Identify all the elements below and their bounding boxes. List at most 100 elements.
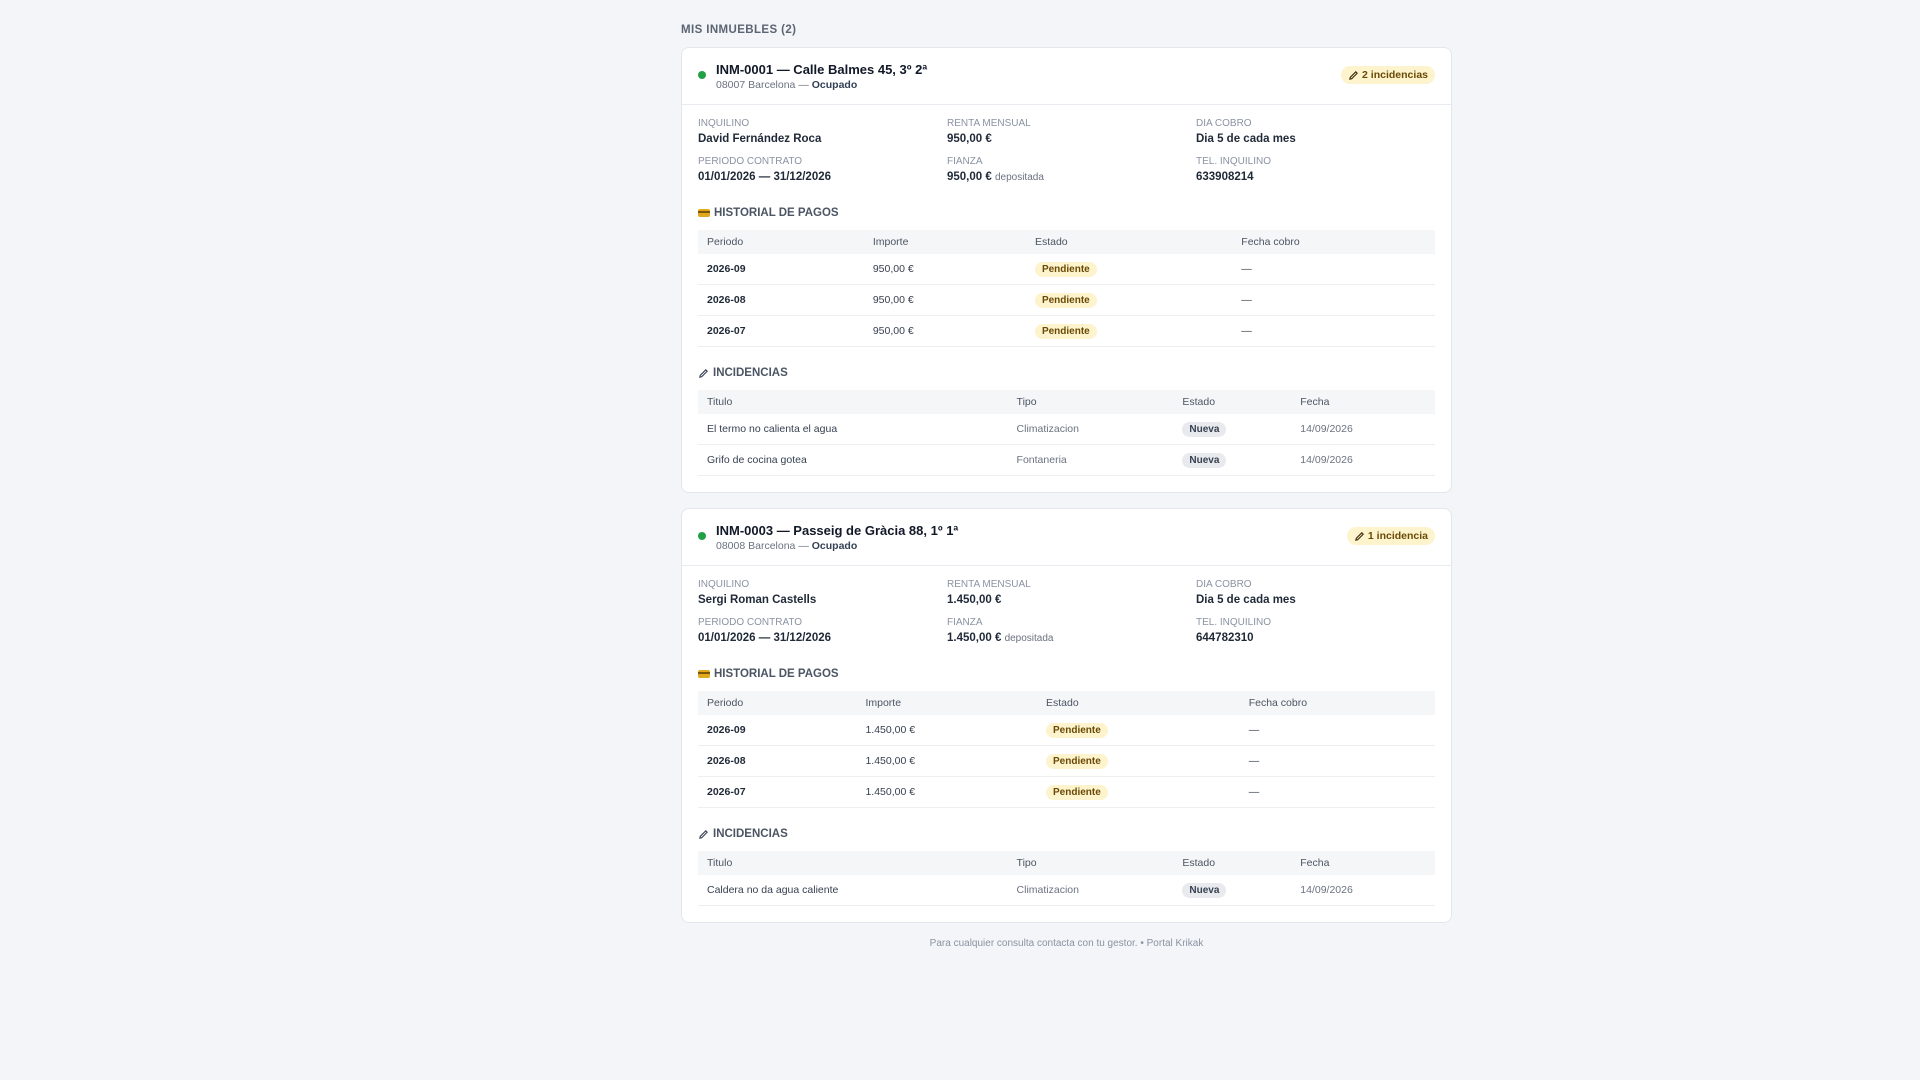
contract-label: PERIODO CONTRATO	[698, 617, 803, 628]
payment-status-cell: Pendiente	[1037, 745, 1240, 777]
payment-date: —	[1239, 715, 1435, 746]
incidents-column-header: Fecha	[1291, 851, 1435, 875]
incidents-column-header: Estado	[1173, 851, 1292, 875]
payments-title: HISTORIAL DE PAGOS	[714, 668, 839, 680]
payments-heading: HISTORIAL DE PAGOS	[698, 667, 1435, 681]
payment-amount: 950,00 €	[863, 284, 1026, 316]
rent-value: 1.450,00 €	[947, 594, 1002, 606]
incidents-column-header: Titulo	[698, 851, 1008, 875]
incidents-badge[interactable]: 1 incidencia	[1346, 527, 1435, 545]
tenant-label: INQUILINO	[698, 118, 750, 129]
status-badge: Nueva	[1182, 421, 1227, 437]
property-location: 08008 Barcelona —	[716, 540, 809, 552]
payment-period: 2026-09	[698, 254, 864, 285]
payment-row[interactable]: 2026-08 1.450,00 € Pendiente —	[698, 745, 1435, 777]
payday-value: Dia 5 de cada mes	[1196, 594, 1296, 606]
incidents-column-header: Fecha	[1291, 390, 1435, 414]
status-badge: Nueva	[1182, 452, 1227, 468]
payment-status-cell: Pendiente	[1037, 715, 1240, 746]
deposit-value: 950,00 €	[947, 171, 992, 183]
pencil-icon	[1354, 531, 1364, 541]
tenant-label: INQUILINO	[698, 579, 750, 590]
deposit-note: depositada	[994, 172, 1044, 183]
incidents-badge-label: 1 incidencia	[1367, 530, 1428, 542]
payments-column-header: Importe	[863, 230, 1026, 254]
tenant-phone: 644782310	[1196, 632, 1254, 644]
payment-row[interactable]: 2026-09 1.450,00 € Pendiente —	[698, 715, 1435, 746]
status-badge: Nueva	[1182, 882, 1227, 898]
incident-row[interactable]: El termo no calienta el agua Climatizacio…	[698, 414, 1435, 445]
payment-row[interactable]: 2026-08 950,00 € Pendiente —	[698, 284, 1435, 316]
property-header[interactable]: INM-0001 — Calle Balmes 45, 3º 2ª 08007 …	[682, 48, 1451, 105]
payments-column-header: Importe	[856, 691, 1038, 715]
payments-column-header: Fecha cobro	[1239, 691, 1435, 715]
payment-period: 2026-09	[698, 715, 857, 746]
property-card: INM-0003 — Passeig de Gràcia 88, 1º 1ª 0…	[681, 508, 1452, 923]
incident-status-cell: Nueva	[1173, 875, 1292, 906]
phone-label: TEL. INQUILINO	[1196, 156, 1272, 167]
payment-amount: 950,00 €	[863, 315, 1026, 347]
rent-label: RENTA MENSUAL	[947, 118, 1031, 129]
payment-amount: 950,00 €	[863, 254, 1026, 285]
status-badge: Pendiente	[1046, 784, 1108, 800]
payment-amount: 1.450,00 €	[856, 715, 1038, 746]
incidents-column-header: Tipo	[1007, 390, 1174, 414]
incident-type: Climatizacion	[1007, 414, 1174, 445]
payment-row[interactable]: 2026-09 950,00 € Pendiente —	[698, 254, 1435, 285]
incident-date: 14/09/2026	[1291, 444, 1435, 476]
deposit-value: 1.450,00 €	[947, 632, 1002, 644]
incident-row[interactable]: Caldera no da agua caliente Climatizacion…	[698, 875, 1435, 906]
contract-period: 01/01/2026 — 31/12/2026	[698, 632, 832, 644]
incidents-badge-label: 2 incidencias	[1362, 69, 1428, 81]
payment-date: —	[1232, 315, 1435, 347]
property-subtitle: 08008 Barcelona — Ocupado	[716, 539, 958, 553]
deposit-value-row: 1.450,00 € depositada	[947, 630, 1196, 647]
deposit-note: depositada	[1004, 633, 1054, 644]
property-header[interactable]: INM-0003 — Passeig de Gràcia 88, 1º 1ª 0…	[682, 509, 1451, 566]
payment-status-cell: Pendiente	[1025, 284, 1233, 316]
incident-type: Climatizacion	[1007, 875, 1174, 906]
rent-label: RENTA MENSUAL	[947, 579, 1031, 590]
section-title: MIS INMUEBLES (2)	[681, 24, 797, 36]
deposit-value-row: 950,00 € depositada	[947, 169, 1196, 186]
incident-status-cell: Nueva	[1173, 444, 1292, 476]
deposit-label: FIANZA	[947, 617, 983, 628]
incidents-heading: INCIDENCIAS	[698, 827, 1435, 841]
payments-column-header: Estado	[1025, 230, 1233, 254]
incident-date: 14/09/2026	[1291, 875, 1435, 906]
payment-status-cell: Pendiente	[1025, 315, 1233, 347]
payment-status-cell: Pendiente	[1025, 254, 1233, 285]
property-status: Ocupado	[811, 79, 858, 91]
rent-value: 950,00 €	[947, 133, 992, 145]
payments-title: HISTORIAL DE PAGOS	[714, 207, 839, 219]
payment-period: 2026-07	[698, 315, 864, 347]
incidents-header-row: Titulo Tipo Estado Fecha	[698, 390, 1435, 414]
payment-status-cell: Pendiente	[1037, 776, 1240, 808]
status-badge: Pendiente	[1046, 722, 1108, 738]
footer-note: Para cualquier consulta contacta con tu …	[929, 938, 1204, 949]
payment-date: —	[1239, 745, 1435, 777]
incident-type: Fontaneria	[1007, 444, 1174, 476]
incidents-table: Titulo Tipo Estado Fecha Caldera no da agua…	[698, 851, 1435, 906]
payments-header-row: Periodo Importe Estado Fecha cobro	[698, 230, 1435, 254]
payment-period: 2026-07	[698, 776, 857, 808]
incidents-column-header: Tipo	[1007, 851, 1174, 875]
incident-row[interactable]: Grifo de cocina gotea Fontaneria Nueva 14/0…	[698, 444, 1435, 476]
payment-row[interactable]: 2026-07 1.450,00 € Pendiente —	[698, 776, 1435, 808]
status-badge: Pendiente	[1046, 753, 1108, 769]
payday-label: DIA COBRO	[1196, 118, 1252, 129]
status-dot-icon	[698, 71, 706, 79]
incidents-header-row: Titulo Tipo Estado Fecha	[698, 851, 1435, 875]
incidents-badge[interactable]: 2 incidencias	[1341, 66, 1435, 84]
payment-date: —	[1232, 284, 1435, 316]
payments-column-header: Periodo	[698, 691, 857, 715]
incident-title: Caldera no da agua caliente	[698, 875, 1008, 906]
property-card: INM-0001 — Calle Balmes 45, 3º 2ª 08007 …	[681, 47, 1452, 493]
incident-title: El termo no calienta el agua	[698, 414, 1008, 445]
payday-label: DIA COBRO	[1196, 579, 1252, 590]
payment-row[interactable]: 2026-07 950,00 € Pendiente —	[698, 315, 1435, 347]
status-badge: Pendiente	[1034, 323, 1097, 339]
tenant-name: Sergi Roman Castells	[698, 594, 817, 606]
property-location: 08007 Barcelona —	[716, 79, 809, 91]
payments-table: Periodo Importe Estado Fecha cobro 2026-09 1…	[698, 691, 1435, 808]
